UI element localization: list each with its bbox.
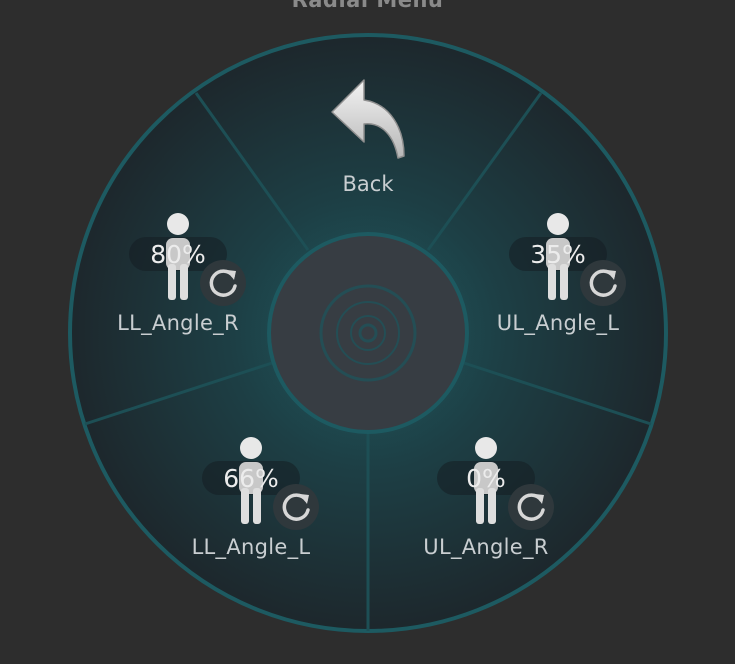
reset-button[interactable] [508,484,554,530]
item-label: LL_Angle_L [191,535,311,559]
menu-item-ul-angle-r[interactable]: 0% UL_Angle_R [396,436,576,566]
reset-icon [282,493,310,521]
reset-icon [517,493,545,521]
menu-item-ul-angle-l[interactable]: 35% UL_Angle_L [468,212,648,342]
item-label: UL_Angle_L [496,311,620,335]
back-button[interactable]: Back [308,78,428,203]
item-label: UL_Angle_R [423,535,549,559]
reset-button[interactable] [580,260,626,306]
menu-item-ll-angle-r[interactable]: 80% LL_Angle_R [88,212,268,342]
radial-menu-view: Radial Menu Back 80% LL_Angle_R 35% UL_A… [0,0,735,664]
reset-icon [209,269,237,297]
back-arrow-icon [331,79,405,159]
reset-icon [589,269,617,297]
reset-button[interactable] [273,484,319,530]
menu-item-ll-angle-l[interactable]: 66% LL_Angle_L [161,436,341,566]
item-label: LL_Angle_R [117,311,239,335]
reset-button[interactable] [200,260,246,306]
back-label: Back [342,172,394,196]
center-hub[interactable] [267,232,469,434]
